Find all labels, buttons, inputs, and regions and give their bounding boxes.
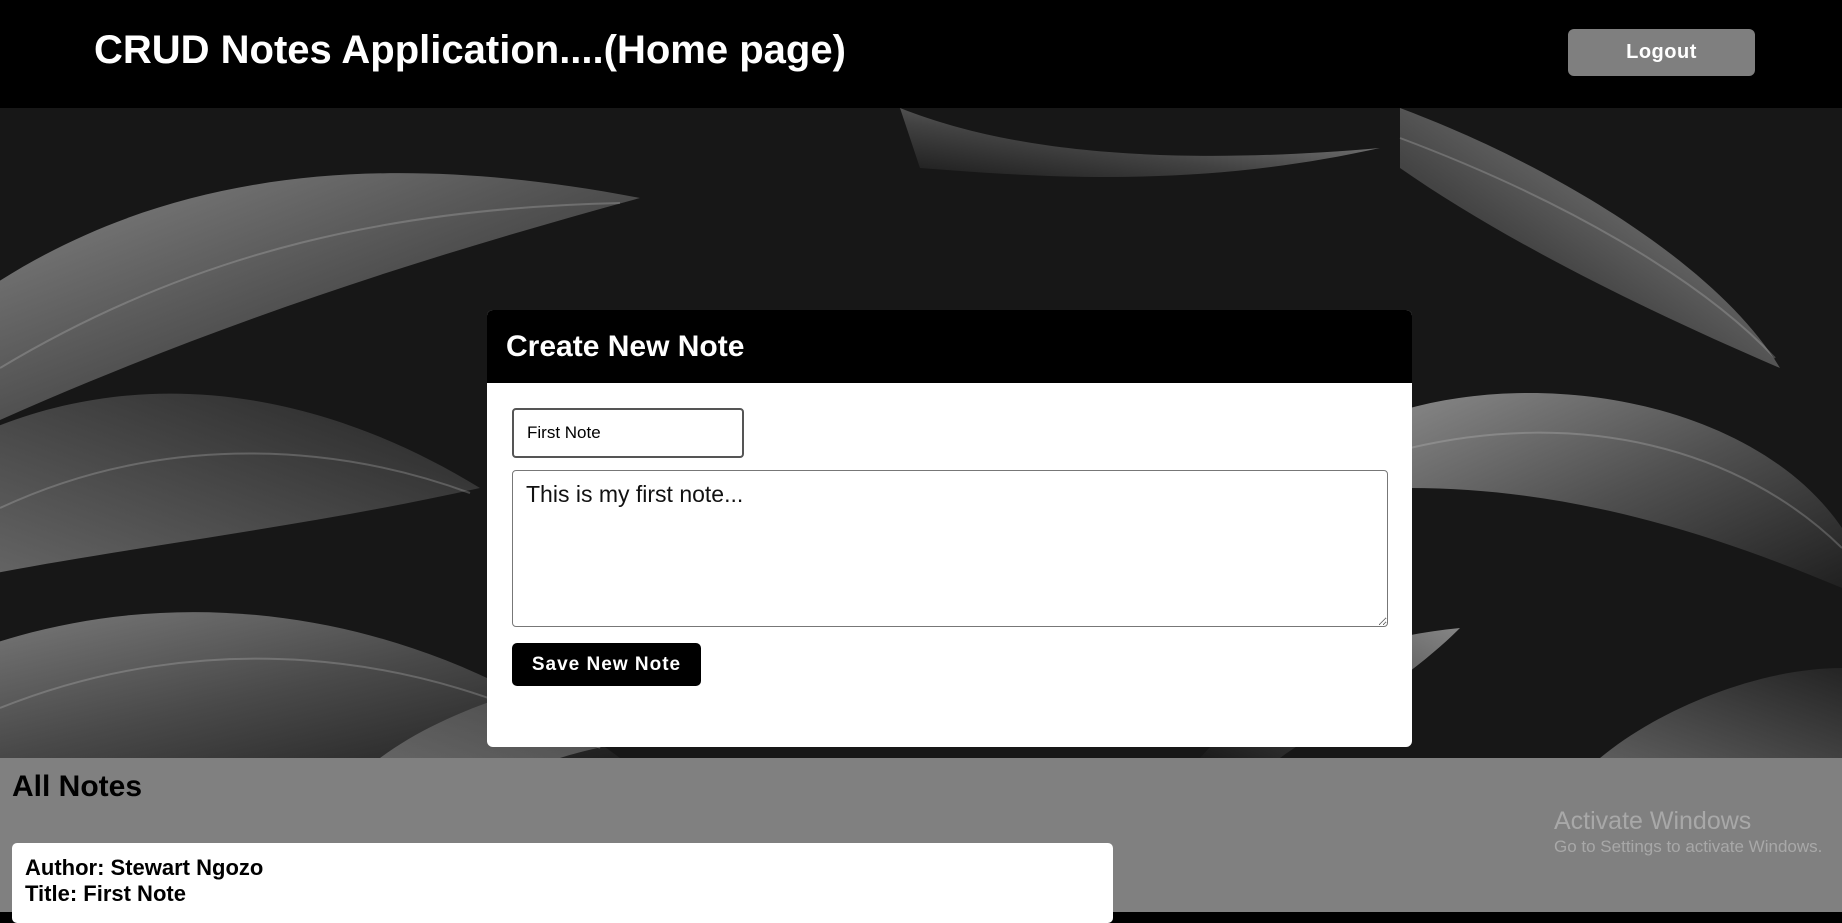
watermark-line-2: Go to Settings to activate Windows. — [1554, 837, 1823, 856]
note-title: Title: First Note — [25, 881, 186, 906]
note-title-input[interactable] — [512, 408, 744, 458]
activate-windows-watermark: Activate Windows Go to Settings to activ… — [1554, 806, 1822, 858]
logout-button[interactable]: Logout — [1568, 29, 1755, 76]
create-note-card-header: Create New Note — [487, 310, 1412, 383]
save-new-note-button[interactable]: Save New Note — [512, 643, 701, 686]
app-title: CRUD Notes Application....(Home page) — [94, 28, 846, 72]
all-notes-heading: All Notes — [12, 770, 143, 803]
note-body-textarea[interactable]: This is my first note... — [512, 470, 1388, 627]
create-note-heading: Create New Note — [506, 329, 745, 363]
watermark-line-1: Activate Windows — [1554, 807, 1752, 835]
note-author: Author: Stewart Ngozo — [25, 855, 264, 880]
top-navbar: CRUD Notes Application....(Home page) Lo… — [0, 0, 1842, 108]
hero-background: Create New Note This is my first note...… — [0, 108, 1842, 758]
create-note-card: Create New Note This is my first note...… — [487, 310, 1412, 747]
note-card: Author: Stewart Ngozo Title: First Note — [12, 843, 1113, 923]
